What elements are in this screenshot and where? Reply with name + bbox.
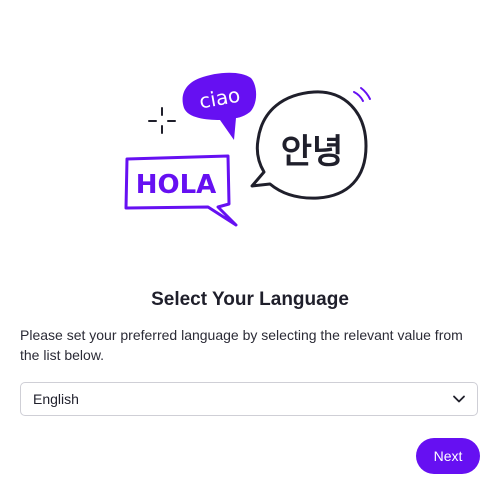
page-description: Please set your preferred language by se… [20, 327, 463, 363]
language-selection-page: ciao HOLA 안녕 Select Your Language Please… [0, 0, 500, 494]
sparkle-icon [148, 107, 176, 134]
language-select-value: English [33, 391, 79, 407]
korean-text: 안녕 [281, 132, 344, 172]
language-select[interactable]: English [20, 382, 478, 416]
chevron-down-icon [451, 391, 467, 407]
page-title: Select Your Language [151, 289, 349, 310]
next-button[interactable]: Next [416, 438, 480, 474]
hola-text: HOLA [136, 170, 217, 200]
accent-strokes-icon [353, 87, 371, 102]
speech-bubbles-illustration: ciao HOLA 안녕 [124, 72, 371, 227]
